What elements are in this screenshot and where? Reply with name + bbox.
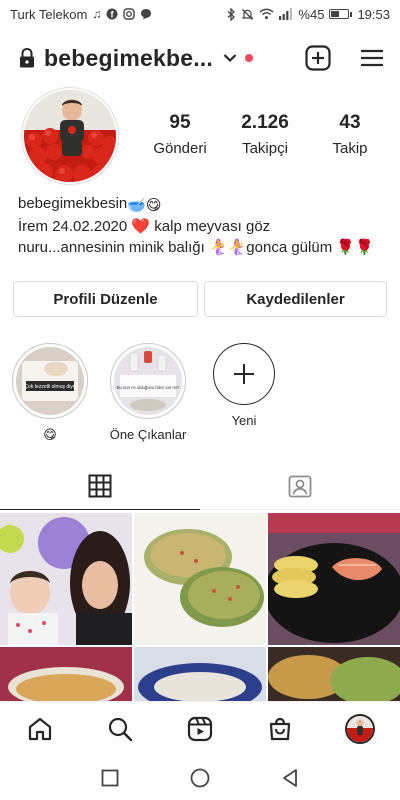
signal-icon xyxy=(279,8,293,20)
stat-posts-label: Gönderi xyxy=(153,140,207,157)
nav-home[interactable] xyxy=(20,709,60,749)
mute-icon xyxy=(241,8,254,20)
menu-button[interactable] xyxy=(358,44,386,72)
bottom-nav xyxy=(0,701,400,755)
chat-icon xyxy=(141,9,152,20)
bio-line-1-text: İrem 24.02.2020 xyxy=(18,218,132,235)
highlight-label: Öne Çıkanlar xyxy=(109,427,187,442)
music-note-icon: ♫ xyxy=(92,7,102,21)
profile-stats: 95 Gönderi 2.126 Takipçi 43 Takip xyxy=(140,112,390,157)
stat-followers-count: 2.126 xyxy=(241,112,289,133)
highlight-1-overlay-text: Çok tezzetli olmuş diye xyxy=(24,384,75,390)
nav-shop[interactable] xyxy=(260,709,300,749)
edit-profile-button[interactable]: Profili Düzenle xyxy=(13,281,198,317)
nav-reels[interactable] xyxy=(180,709,220,749)
highlight-item-2[interactable]: Bu nun ne olduğunu bilen var mı? Öne Çık… xyxy=(108,343,188,442)
post-thumbnail[interactable] xyxy=(134,513,266,645)
bio-name: bebegimekbesin xyxy=(18,195,128,212)
profile-bio: bebegimekbesin🥣😋 İrem 24.02.2020 ❤️ kalp… xyxy=(18,193,388,258)
home-system-button[interactable] xyxy=(189,767,211,789)
profile-header: bebegimekbe... xyxy=(0,36,400,80)
hamburger-menu-icon xyxy=(361,49,383,67)
stat-posts-count: 95 xyxy=(169,112,191,133)
battery-icon xyxy=(329,9,353,19)
avatar-photo xyxy=(24,90,116,182)
stat-following-label: Takip xyxy=(332,140,368,157)
wifi-icon xyxy=(259,8,274,20)
instagram-icon xyxy=(123,8,136,20)
back-button[interactable] xyxy=(279,767,301,789)
bio-line-2: nuru...annesinin minik balığı 🧜‍♀️🧜‍♀️go… xyxy=(18,239,374,256)
nav-profile[interactable] xyxy=(340,709,380,749)
chevron-down-icon[interactable] xyxy=(223,53,237,63)
recents-button[interactable] xyxy=(99,767,121,789)
shop-icon xyxy=(269,717,291,740)
username-title[interactable]: bebegimekbe... xyxy=(44,45,213,72)
highlight-2-overlay-text: Bu nun ne olduğunu bilen var mı? xyxy=(117,385,180,390)
post-thumbnail[interactable] xyxy=(134,647,266,701)
new-highlight-ring xyxy=(213,343,275,405)
plus-square-icon xyxy=(305,45,331,71)
stat-following-count: 43 xyxy=(339,112,361,133)
post-thumbnail[interactable] xyxy=(0,513,132,645)
bluetooth-icon xyxy=(227,7,236,21)
new-highlight-button[interactable]: Yeni xyxy=(204,343,284,428)
saved-button[interactable]: Kaydedilenler xyxy=(204,281,387,317)
status-left: Turk Telekom ♫ f xyxy=(10,7,152,22)
status-bar: Turk Telekom ♫ f %45 19:53 xyxy=(0,0,400,28)
lock-icon xyxy=(20,47,34,68)
stat-followers-label: Takipçi xyxy=(242,140,288,157)
highlight-ring: Çok tezzetli olmuş diye xyxy=(12,343,88,419)
search-icon xyxy=(108,717,133,741)
highlight-item-1[interactable]: Çok tezzetli olmuş diye 😋 xyxy=(10,343,90,443)
new-post-button[interactable] xyxy=(304,44,332,72)
recents-square-icon xyxy=(101,769,119,786)
tab-grid[interactable] xyxy=(0,462,200,510)
highlight-ring: Bu nun ne olduğunu bilen var mı? xyxy=(110,343,186,419)
highlight-cover: Çok tezzetli olmuş diye xyxy=(16,347,84,415)
battery-percent: %45 xyxy=(298,6,325,22)
back-triangle-icon xyxy=(283,768,297,787)
carrier-name: Turk Telekom xyxy=(10,6,88,22)
highlight-label: Yeni xyxy=(231,413,257,428)
posts-grid xyxy=(0,513,400,701)
bio-line-1-rest: kalp meyvası göz xyxy=(150,218,271,235)
status-right: %45 19:53 xyxy=(226,7,390,22)
bio-name-line: bebegimekbesin🥣😋 xyxy=(18,193,388,216)
plus-icon xyxy=(234,364,254,384)
tab-tagged[interactable] xyxy=(200,462,400,510)
stat-posts[interactable]: 95 Gönderi xyxy=(140,112,220,157)
post-thumbnail[interactable] xyxy=(268,647,400,701)
nav-search[interactable] xyxy=(100,709,140,749)
reels-icon xyxy=(187,716,213,741)
highlight-label: 😋 xyxy=(43,427,57,442)
tagged-person-icon xyxy=(288,475,312,497)
home-icon xyxy=(28,717,52,740)
bio-name-emoji: 🥣😋 xyxy=(127,197,162,214)
header-actions xyxy=(304,44,386,72)
system-nav-bar xyxy=(0,755,400,800)
post-thumbnail[interactable] xyxy=(268,513,400,645)
home-circle-icon xyxy=(190,768,210,787)
heart-emoji: ❤️ xyxy=(131,218,151,235)
stat-followers[interactable]: 2.126 Takipçi xyxy=(225,112,305,157)
profile-avatar-small xyxy=(345,713,375,744)
profile-avatar[interactable] xyxy=(22,88,118,184)
post-thumbnail[interactable] xyxy=(0,647,132,701)
facebook-icon: f xyxy=(106,8,118,20)
highlight-cover: Bu nun ne olduğunu bilen var mı? xyxy=(114,347,182,415)
stat-following[interactable]: 43 Takip xyxy=(310,112,390,157)
clock: 19:53 xyxy=(357,6,390,22)
notification-dot xyxy=(244,54,253,62)
grid-icon xyxy=(88,474,112,497)
bio-line-1: İrem 24.02.2020 ❤️ kalp meyvası göz xyxy=(18,216,388,237)
profile-tabs xyxy=(0,462,400,510)
